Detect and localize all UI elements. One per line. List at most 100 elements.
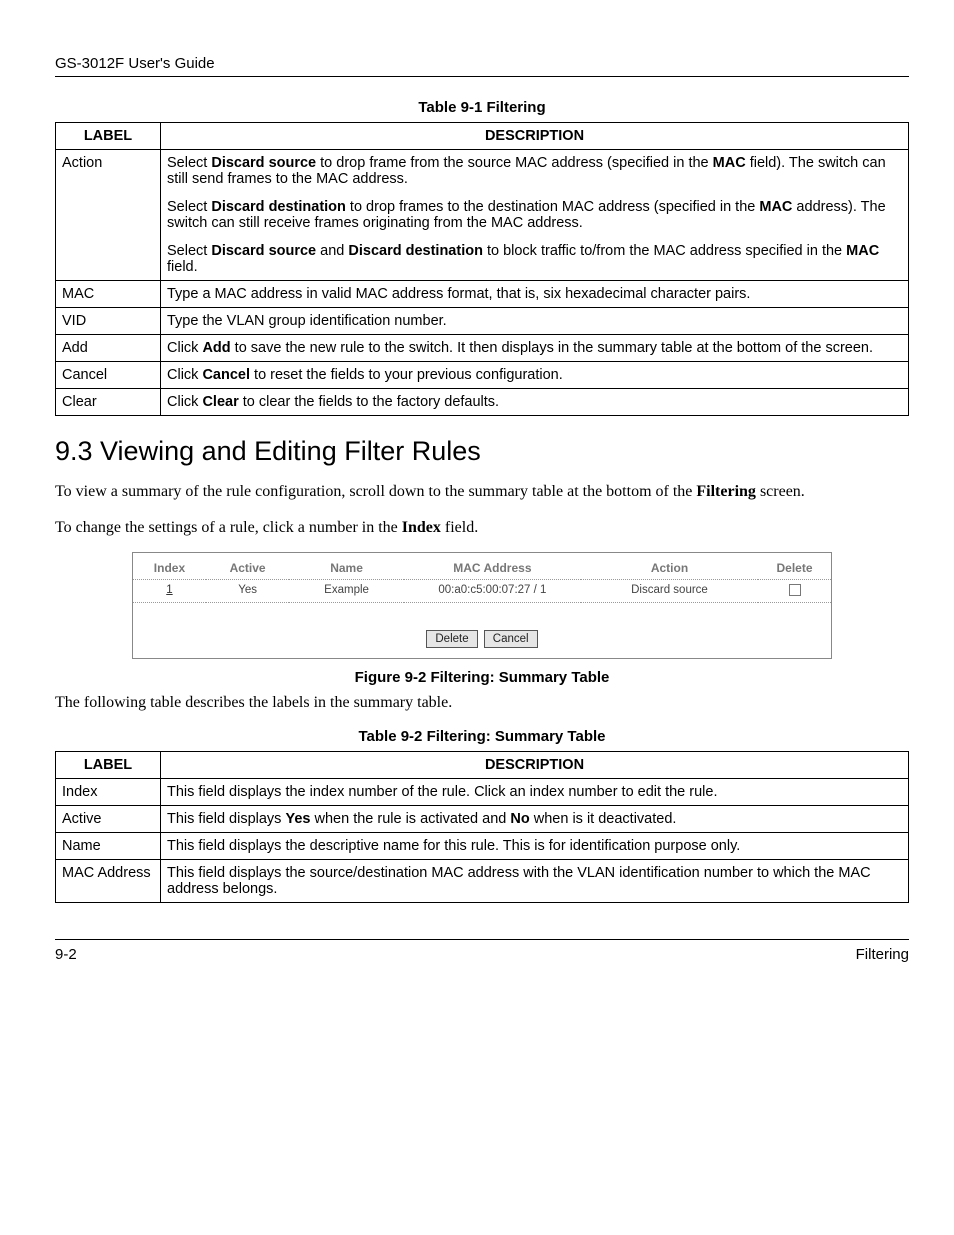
- cell-desc: Type the VLAN group identification numbe…: [161, 308, 909, 335]
- col-name: Name: [289, 553, 404, 580]
- body-paragraph: To change the settings of a rule, click …: [55, 517, 909, 539]
- col-action: Action: [581, 553, 758, 580]
- cell-desc: Select Discard source to drop frame from…: [161, 150, 909, 281]
- cell-label: Add: [56, 335, 161, 362]
- col-mac: MAC Address: [404, 553, 581, 580]
- cell-desc: This field displays Yes when the rule is…: [161, 805, 909, 832]
- text: To change the settings of a rule, click …: [55, 519, 402, 536]
- delete-checkbox[interactable]: [789, 584, 801, 596]
- cell-label: Index: [56, 778, 161, 805]
- cell-label: MAC: [56, 281, 161, 308]
- table-9-2: LABEL DESCRIPTION Index This field displ…: [55, 751, 909, 903]
- text-bold: Yes: [285, 811, 310, 827]
- figure-9-2-caption: Figure 9-2 Filtering: Summary Table: [55, 669, 909, 686]
- cell-name: Example: [289, 580, 404, 603]
- summary-data-row: 1 Yes Example 00:a0:c5:00:07:27 / 1 Disc…: [133, 580, 831, 603]
- cell-active: Yes: [206, 580, 289, 603]
- cancel-button[interactable]: Cancel: [484, 630, 538, 648]
- text-bold: Clear: [202, 394, 238, 410]
- cell-label: Clear: [56, 389, 161, 416]
- table-row: Name This field displays the descriptive…: [56, 832, 909, 859]
- cell-delete: [758, 580, 831, 603]
- text: to save the new rule to the switch. It t…: [231, 340, 873, 356]
- text-bold: Discard source: [211, 155, 316, 171]
- cell-index: 1: [133, 580, 206, 603]
- text-bold: Discard destination: [348, 243, 483, 259]
- table-row: VID Type the VLAN group identification n…: [56, 308, 909, 335]
- text-bold: Discard destination: [211, 199, 346, 215]
- body-paragraph: The following table describes the labels…: [55, 692, 909, 714]
- table-header-row: LABEL DESCRIPTION: [56, 123, 909, 150]
- summary-table: Index Active Name MAC Address Action Del…: [133, 553, 831, 603]
- col-active: Active: [206, 553, 289, 580]
- text: to drop frame from the source MAC addres…: [316, 155, 713, 171]
- text: to clear the fields to the factory defau…: [239, 394, 499, 410]
- cell-desc: Click Clear to clear the fields to the f…: [161, 389, 909, 416]
- table-row: Add Click Add to save the new rule to th…: [56, 335, 909, 362]
- page-footer: 9-2 Filtering: [55, 939, 909, 963]
- text: field.: [167, 259, 198, 275]
- cell-desc: Type a MAC address in valid MAC address …: [161, 281, 909, 308]
- text-bold: MAC: [713, 155, 746, 171]
- text-bold: MAC: [846, 243, 879, 259]
- figure-button-row: Delete Cancel: [133, 603, 831, 658]
- text: This field displays: [167, 811, 285, 827]
- table-9-2-caption: Table 9-2 Filtering: Summary Table: [55, 728, 909, 745]
- text-bold: Add: [202, 340, 230, 356]
- text: when the rule is activated and: [310, 811, 510, 827]
- footer-page-number: 9-2: [55, 946, 77, 963]
- summary-header-row: Index Active Name MAC Address Action Del…: [133, 553, 831, 580]
- col-index: Index: [133, 553, 206, 580]
- footer-chapter: Filtering: [856, 946, 909, 963]
- table-9-1: LABEL DESCRIPTION Action Select Discard …: [55, 122, 909, 416]
- text: Select: [167, 199, 211, 215]
- th-description: DESCRIPTION: [161, 123, 909, 150]
- text: and: [316, 243, 348, 259]
- table-row: Active This field displays Yes when the …: [56, 805, 909, 832]
- text-bold: Filtering: [696, 483, 756, 500]
- cell-desc: This field displays the index number of …: [161, 778, 909, 805]
- col-delete: Delete: [758, 553, 831, 580]
- section-heading: 9.3 Viewing and Editing Filter Rules: [55, 436, 909, 467]
- text: To view a summary of the rule configurat…: [55, 483, 696, 500]
- text-bold: Discard source: [211, 243, 316, 259]
- index-link[interactable]: 1: [166, 584, 172, 596]
- text: Select: [167, 243, 211, 259]
- cell-label: Name: [56, 832, 161, 859]
- figure-9-2: Index Active Name MAC Address Action Del…: [132, 552, 832, 659]
- text: Click: [167, 367, 202, 383]
- table-row: MAC Type a MAC address in valid MAC addr…: [56, 281, 909, 308]
- cell-desc: This field displays the descriptive name…: [161, 832, 909, 859]
- table-header-row: LABEL DESCRIPTION: [56, 751, 909, 778]
- cell-desc: Click Add to save the new rule to the sw…: [161, 335, 909, 362]
- text: field.: [441, 519, 478, 536]
- text: to reset the fields to your previous con…: [250, 367, 563, 383]
- running-header: GS-3012F User's Guide: [55, 55, 909, 77]
- th-label: LABEL: [56, 751, 161, 778]
- text: Select: [167, 155, 211, 171]
- text: when is it deactivated.: [530, 811, 677, 827]
- table-row: MAC Address This field displays the sour…: [56, 859, 909, 902]
- cell-label: Active: [56, 805, 161, 832]
- text-bold: Cancel: [202, 367, 250, 383]
- cell-label: Action: [56, 150, 161, 281]
- text: to drop frames to the destination MAC ad…: [346, 199, 759, 215]
- th-label: LABEL: [56, 123, 161, 150]
- text: to block traffic to/from the MAC address…: [483, 243, 846, 259]
- text: Click: [167, 340, 202, 356]
- table-row: Clear Click Clear to clear the fields to…: [56, 389, 909, 416]
- cell-action: Discard source: [581, 580, 758, 603]
- text-bold: MAC: [759, 199, 792, 215]
- delete-button[interactable]: Delete: [426, 630, 477, 648]
- text-bold: No: [510, 811, 529, 827]
- cell-label: MAC Address: [56, 859, 161, 902]
- table-row: Index This field displays the index numb…: [56, 778, 909, 805]
- text: Click: [167, 394, 202, 410]
- cell-desc: This field displays the source/destinati…: [161, 859, 909, 902]
- cell-mac: 00:a0:c5:00:07:27 / 1: [404, 580, 581, 603]
- table-9-1-caption: Table 9-1 Filtering: [55, 99, 909, 116]
- cell-label: VID: [56, 308, 161, 335]
- body-paragraph: To view a summary of the rule configurat…: [55, 481, 909, 503]
- text-bold: Index: [402, 519, 441, 536]
- cell-label: Cancel: [56, 362, 161, 389]
